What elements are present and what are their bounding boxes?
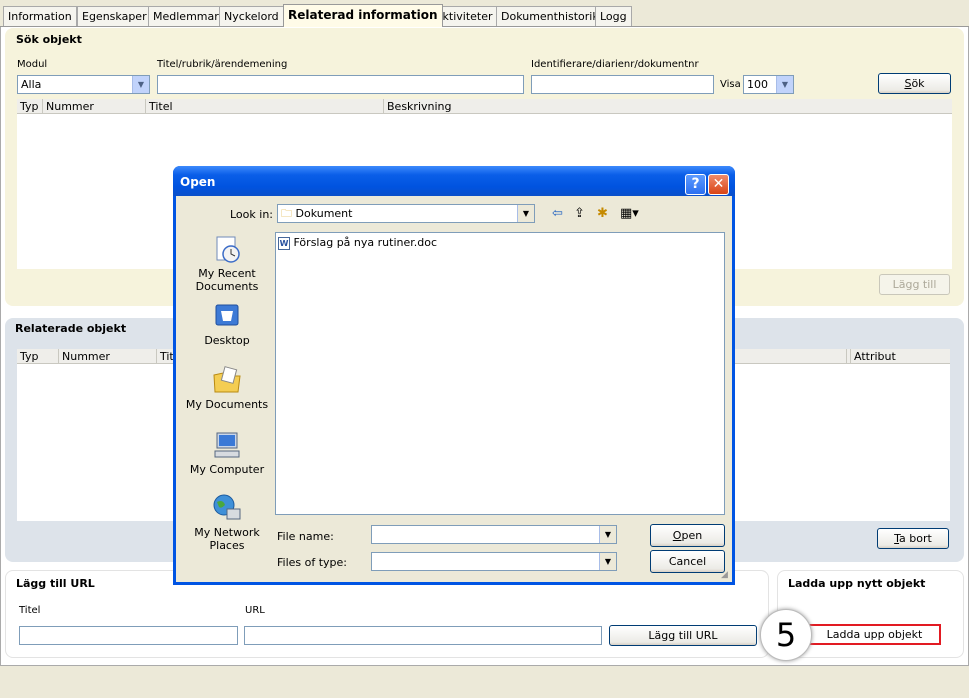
search-section-title: Sök objekt <box>16 33 82 46</box>
look-in-select[interactable]: 🗀 Dokument ▼ <box>277 204 535 223</box>
add-url-section-title: Lägg till URL <box>16 577 95 590</box>
file-item[interactable]: W Förslag på nya rutiner.doc <box>278 236 437 250</box>
identifier-label: Identifierare/diarienr/dokumentnr <box>531 59 699 70</box>
upload-object-button[interactable]: Ladda upp objekt <box>808 624 941 645</box>
tab-relaterad-information[interactable]: Relaterad information <box>283 4 443 27</box>
close-icon[interactable]: ✕ <box>708 174 729 195</box>
identifier-input[interactable] <box>531 75 714 94</box>
show-count-value: 100 <box>747 78 768 91</box>
url-input[interactable] <box>244 626 602 645</box>
url-title-input[interactable] <box>19 626 238 645</box>
place-network[interactable]: My Network Places <box>180 493 274 552</box>
open-file-dialog: Open ? ✕ Look in: 🗀 Dokument ▼ ⇦ ⇪ ✱ ▦▾ … <box>173 166 735 585</box>
file-name: Förslag på nya rutiner.doc <box>293 236 438 249</box>
open-button[interactable]: Open <box>650 524 725 547</box>
related-section-title: Relaterade objekt <box>15 322 127 335</box>
view-menu-icon[interactable]: ▦▾ <box>620 206 639 221</box>
module-label: Modul <box>17 59 48 70</box>
place-recent-documents[interactable]: My Recent Documents <box>180 234 274 293</box>
step-number-badge: 5 <box>760 609 812 661</box>
chevron-down-icon[interactable]: ▼ <box>599 526 616 543</box>
url-title-label: Titel <box>19 605 41 616</box>
place-my-computer[interactable]: My Computer <box>180 430 274 476</box>
column-header-type[interactable]: Typ <box>17 99 43 114</box>
resize-grip-icon[interactable]: ◢ <box>721 570 728 580</box>
my-documents-icon <box>213 366 241 393</box>
place-label: My Computer <box>189 463 265 476</box>
search-button[interactable]: Sök <box>878 73 951 94</box>
title-search-label: Titel/rubrik/ärendemening <box>157 59 288 70</box>
network-places-icon <box>213 494 241 520</box>
chevron-down-icon[interactable]: ▼ <box>599 553 616 570</box>
url-label: URL <box>245 605 265 616</box>
place-desktop[interactable]: Desktop <box>180 301 274 347</box>
folder-icon: 🗀 <box>281 207 292 220</box>
file-name-input[interactable]: ▼ <box>371 525 617 544</box>
module-value: Alla <box>21 78 42 91</box>
my-computer-icon <box>214 432 240 458</box>
tab-nyckelord[interactable]: Nyckelord <box>219 6 284 26</box>
dialog-body: Look in: 🗀 Dokument ▼ ⇦ ⇪ ✱ ▦▾ My Recent… <box>176 196 732 582</box>
tab-medlemmar[interactable]: Medlemmar <box>148 6 224 26</box>
tab-egenskaper[interactable]: Egenskaper <box>77 6 152 26</box>
column-header-number[interactable]: Nummer <box>43 99 146 114</box>
recent-documents-icon <box>216 236 240 263</box>
column-header-attribute[interactable]: Attribut <box>850 349 950 364</box>
chevron-down-icon[interactable]: ▼ <box>132 76 149 93</box>
back-icon[interactable]: ⇦ <box>552 206 563 221</box>
help-icon[interactable]: ? <box>685 174 706 195</box>
remove-button[interactable]: Ta bort <box>877 528 949 549</box>
add-url-button[interactable]: Lägg till URL <box>609 625 757 646</box>
file-type-label: Files of type: <box>277 556 348 569</box>
look-in-value: Dokument <box>295 207 353 220</box>
title-search-input[interactable] <box>157 75 524 94</box>
dialog-title: Open <box>180 175 216 189</box>
up-folder-icon[interactable]: ⇪ <box>574 206 585 221</box>
upload-section-title: Ladda upp nytt objekt <box>788 577 926 590</box>
tab-information[interactable]: Information <box>3 6 77 26</box>
place-label: My Recent Documents <box>195 267 259 293</box>
column-header-type[interactable]: Typ <box>17 349 59 364</box>
place-label: My Documents <box>185 398 269 411</box>
file-name-label: File name: <box>277 530 334 543</box>
look-in-label: Look in: <box>230 208 273 221</box>
show-count-select[interactable]: 100 ▼ <box>743 75 794 94</box>
desktop-icon <box>215 304 239 326</box>
dialog-title-bar[interactable]: Open ? ✕ <box>173 166 735 196</box>
chevron-down-icon[interactable]: ▼ <box>517 205 534 222</box>
add-related-button[interactable]: Lägg till <box>879 274 950 295</box>
module-select[interactable]: Alla ▼ <box>17 75 150 94</box>
column-header-description[interactable]: Beskrivning <box>384 99 952 114</box>
new-folder-icon[interactable]: ✱ <box>597 206 608 221</box>
column-header-number[interactable]: Nummer <box>59 349 157 364</box>
place-label: My Network Places <box>194 526 260 552</box>
place-my-documents[interactable]: My Documents <box>180 365 274 411</box>
tab-dokumenthistorik[interactable]: Dokumenthistorik <box>496 6 604 26</box>
word-document-icon: W <box>278 237 290 250</box>
tab-logg[interactable]: Logg <box>595 6 632 26</box>
file-list[interactable]: W Förslag på nya rutiner.doc <box>275 232 725 515</box>
column-header-title[interactable]: Titel <box>146 99 384 114</box>
show-label: Visa <box>720 79 741 90</box>
search-results-header: Typ Nummer Titel Beskrivning <box>17 99 952 114</box>
tab-divider <box>0 26 969 27</box>
cancel-button[interactable]: Cancel <box>650 550 725 573</box>
file-type-select[interactable]: ▼ <box>371 552 617 571</box>
chevron-down-icon[interactable]: ▼ <box>776 76 793 93</box>
place-label: Desktop <box>204 334 250 347</box>
